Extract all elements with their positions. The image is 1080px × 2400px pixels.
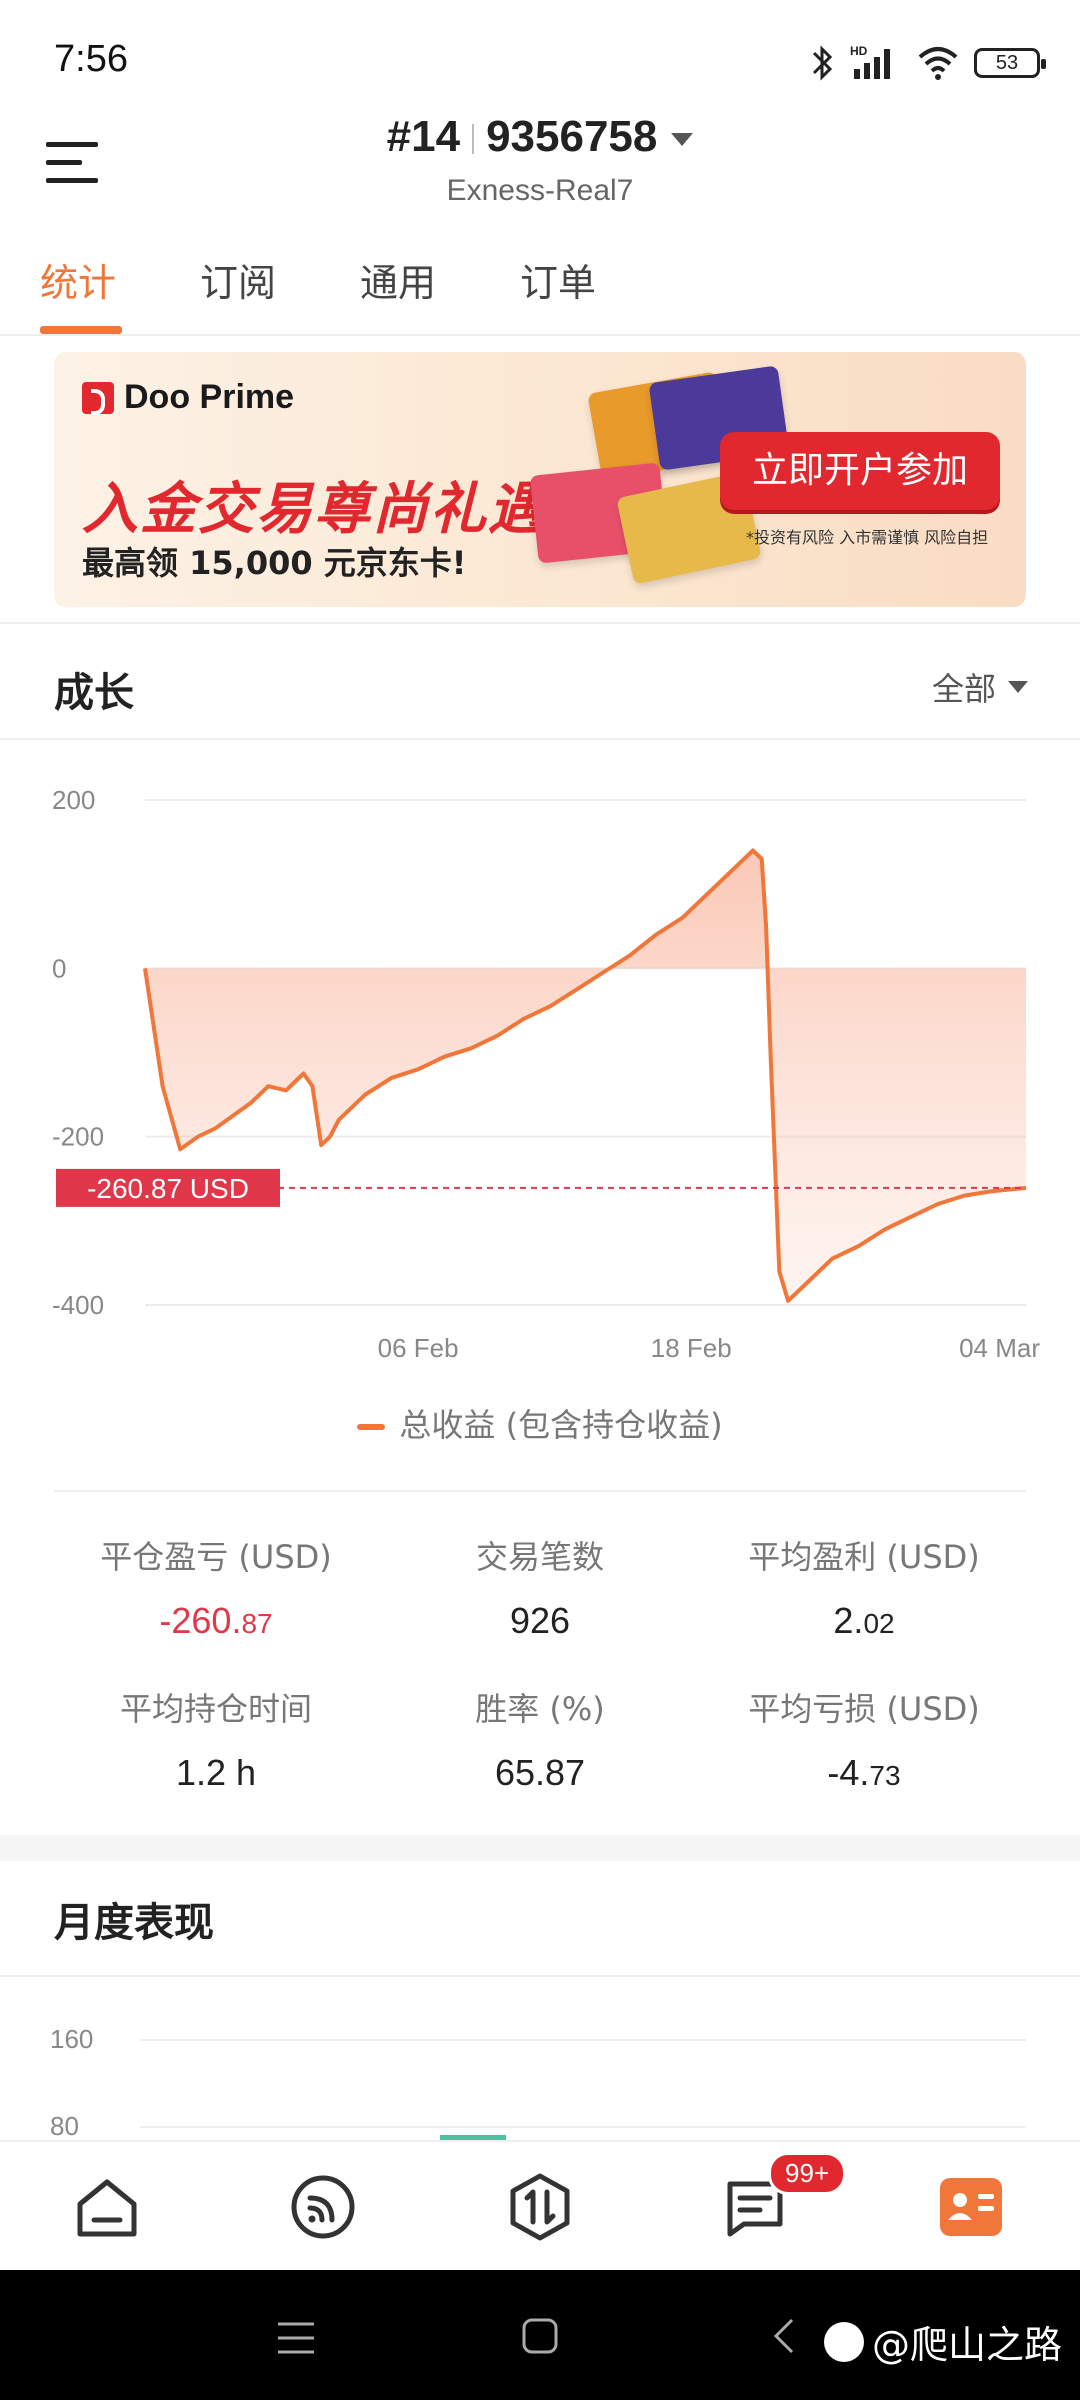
account-prefix: #14 <box>386 112 461 161</box>
stat-label: 交易笔数 <box>475 1538 604 1576</box>
y-tick-label: -200 <box>52 1122 104 1152</box>
system-nav-bar: @爬山之路 <box>0 2270 1080 2400</box>
legend-label: 总收益 (包含持仓收益) <box>399 1406 723 1444</box>
divider <box>0 738 1080 740</box>
chart-legend: 总收益 (包含持仓收益) <box>0 1400 1080 1446</box>
stat-value-dec: 02 <box>863 1608 895 1639</box>
server-name: Exness-Real7 <box>446 174 634 207</box>
bottom-nav: 99+ <box>0 2140 1080 2270</box>
stat-label: 平均亏损 (USD) <box>748 1690 980 1728</box>
legend-swatch <box>357 1424 386 1430</box>
watermark: @爬山之路 <box>823 2314 1062 2369</box>
app-bar: #14 9356758 Exness-Real7 <box>0 100 1080 225</box>
x-tick-label: 04 Mar <box>959 1333 1040 1363</box>
stat-avg-hold: 平均持仓时间 1.2 h <box>54 1684 378 1794</box>
watermark-logo-icon <box>823 2321 864 2362</box>
banner-risk-note: *投资有风险 入市需谨慎 风险自担 <box>746 528 989 547</box>
account-separator <box>472 124 475 155</box>
chevron-down-icon <box>1008 681 1028 693</box>
stat-value: 65.87 <box>494 1752 586 1793</box>
growth-filter-label: 全部 <box>931 670 996 708</box>
status-bar: 7:56 HD 53 <box>0 0 1080 100</box>
stat-value: -260.87 <box>54 1600 378 1642</box>
reference-label: -260.87 USD <box>87 1173 249 1204</box>
bluetooth-icon <box>812 45 833 81</box>
stat-value-int: 2. <box>833 1600 864 1641</box>
y-tick-label: 0 <box>52 953 66 983</box>
battery-level: 53 <box>995 51 1019 74</box>
tab-general[interactable]: 通用 <box>360 252 436 307</box>
stat-closed-pnl: 平仓盈亏 (USD) -260.87 <box>54 1532 378 1642</box>
watermark-text: @爬山之路 <box>871 2323 1062 2367</box>
tab-orders[interactable]: 订单 <box>520 252 596 307</box>
stat-value-dec: 73 <box>869 1760 901 1791</box>
home-button-icon[interactable] <box>520 2316 560 2356</box>
stat-win-rate: 胜率 (%) 65.87 <box>378 1684 702 1794</box>
stat-value-int: -260. <box>159 1600 242 1641</box>
stat-trades: 交易笔数 926 <box>378 1532 702 1642</box>
stat-value: -4.73 <box>702 1752 1026 1794</box>
monthly-ytick-160: 160 <box>50 2024 93 2054</box>
monthly-chart: 160 80 <box>0 1975 1080 2140</box>
hd-label: HD <box>850 44 868 58</box>
recent-apps-icon[interactable] <box>276 2318 316 2358</box>
monthly-ytick-80: 80 <box>50 2111 79 2140</box>
stat-label: 平均持仓时间 <box>119 1690 312 1728</box>
monthly-chart-svg: 160 80 <box>50 2024 1026 2140</box>
tab-subscribe[interactable]: 订阅 <box>200 252 276 307</box>
growth-chart-svg: 200 0 -200 -400 06 Feb 18 Feb 04 Mar -260.87 US… <box>52 785 1040 1363</box>
x-tick-label: 06 Feb <box>378 1333 459 1363</box>
tab-bar: 统计 订阅 通用 订单 <box>0 240 1080 336</box>
section-gap <box>0 1835 1080 1861</box>
signal-feed-icon[interactable] <box>288 2172 358 2242</box>
stat-value: 2.02 <box>702 1600 1026 1642</box>
banner-logo: Doo Prime <box>82 378 294 417</box>
growth-header: 成长 全部 <box>0 630 1080 740</box>
trade-icon[interactable] <box>505 2172 575 2242</box>
stat-value-int: -4. <box>827 1752 870 1793</box>
monthly-title: 月度表现 <box>54 1900 214 1946</box>
stat-value: 926 <box>509 1600 571 1641</box>
stat-label: 胜率 (%) <box>475 1690 605 1728</box>
x-tick-label: 18 Feb <box>651 1333 732 1363</box>
stat-label: 平均盈利 (USD) <box>748 1538 980 1576</box>
growth-filter-dropdown[interactable]: 全部 <box>932 664 1028 710</box>
brand-name: Doo Prime <box>124 378 295 416</box>
stats-grid: 平仓盈亏 (USD) -260.87 交易笔数 926 平均盈利 (USD) 2… <box>54 1490 1026 1810</box>
home-icon[interactable] <box>72 2172 142 2242</box>
account-icon[interactable] <box>936 2172 1006 2242</box>
status-icons: HD 53 <box>808 38 1046 88</box>
signal-icon: HD <box>850 44 890 79</box>
series-area <box>145 850 1026 1301</box>
stat-label: 平仓盈亏 (USD) <box>100 1538 332 1576</box>
stat-avg-profit: 平均盈利 (USD) 2.02 <box>702 1532 1026 1642</box>
divider <box>0 622 1080 624</box>
y-tick-label: -400 <box>52 1290 104 1320</box>
messages-badge: 99+ <box>768 2152 847 2195</box>
back-icon[interactable] <box>770 2316 800 2356</box>
account-selector[interactable]: #14 9356758 <box>0 112 1080 162</box>
status-time: 7:56 <box>54 38 128 80</box>
promo-banner[interactable]: Doo Prime 入金交易尊尚礼遇 最高领 15,000 元京东卡! 立即开户… <box>54 352 1026 607</box>
chevron-down-icon <box>671 132 694 146</box>
y-tick-label: 200 <box>52 785 95 815</box>
stat-avg-loss: 平均亏损 (USD) -4.73 <box>702 1684 1026 1794</box>
banner-subline: 最高领 15,000 元京东卡! <box>82 544 467 582</box>
tab-stats[interactable]: 统计 <box>40 252 116 307</box>
active-tab-indicator <box>40 326 122 334</box>
banner-headline: 入金交易尊尚礼遇 <box>82 477 546 542</box>
stat-value-dec: 87 <box>241 1608 273 1639</box>
growth-chart: 200 0 -200 -400 06 Feb 18 Feb 04 Mar -260.87 US… <box>0 760 1080 1380</box>
wifi-icon <box>918 47 958 80</box>
banner-cta-button[interactable]: 立即开户参加 <box>720 432 1000 510</box>
stat-value: 1.2 h <box>175 1752 257 1793</box>
brand-logo-icon <box>82 381 114 415</box>
battery-icon: 53 <box>974 48 1046 78</box>
growth-title: 成长 <box>54 670 134 716</box>
account-number: 9356758 <box>486 112 658 161</box>
